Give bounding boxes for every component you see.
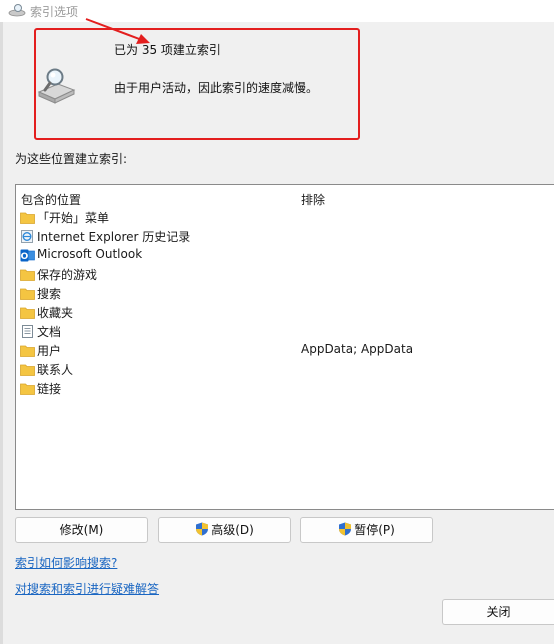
folder-icon (20, 212, 35, 224)
pause-button[interactable]: 暂停(P) (300, 517, 433, 543)
folder-icon (20, 288, 35, 300)
location-name: 搜索 (37, 287, 62, 301)
folder-icon (20, 307, 35, 319)
folder-icon (20, 269, 35, 281)
list-item[interactable]: 联系人 (16, 360, 536, 379)
list-item[interactable]: 搜索 (16, 284, 536, 303)
uac-shield-icon (339, 522, 352, 536)
location-name: 收藏夹 (37, 306, 74, 320)
modify-button-label: 修改(M) (59, 523, 104, 537)
folder-icon (20, 345, 35, 357)
list-item[interactable]: 「开始」菜单 (16, 208, 536, 227)
uac-shield-icon (196, 522, 209, 536)
pause-button-label: 暂停(P) (354, 523, 395, 537)
location-name: 用户 (37, 344, 62, 358)
folder-icon (20, 383, 35, 395)
folder-icon (20, 364, 35, 376)
list-item[interactable]: 链接 (16, 379, 536, 398)
window-edge (0, 22, 3, 644)
location-name: 保存的游戏 (37, 268, 98, 282)
location-name: Microsoft Outlook (37, 247, 143, 261)
list-item[interactable]: 用户 AppData; AppData (16, 341, 536, 360)
location-name: 联系人 (37, 363, 74, 377)
outlook-icon: O (20, 249, 35, 262)
how-indexing-affects-search-link[interactable]: 索引如何影响搜索? (15, 554, 117, 571)
close-button[interactable]: 关闭 (442, 599, 554, 625)
advanced-button-label: 高级(D) (211, 523, 254, 537)
svg-text:O: O (21, 252, 29, 262)
index-locations-label: 为这些位置建立索引: (15, 152, 128, 166)
modify-button[interactable]: 修改(M) (15, 517, 148, 543)
location-name: Internet Explorer 历史记录 (37, 230, 191, 244)
close-button-label: 关闭 (486, 605, 511, 619)
location-name: 文档 (37, 325, 62, 339)
document-icon (22, 325, 33, 338)
list-item[interactable]: O Microsoft Outlook (16, 246, 536, 265)
advanced-button[interactable]: 高级(D) (158, 517, 291, 543)
column-header-exclude[interactable]: 排除 (301, 191, 325, 208)
troubleshoot-search-link[interactable]: 对搜索和索引进行疑难解答 (15, 580, 159, 597)
annotation-arrow-icon (85, 18, 150, 44)
list-item[interactable]: 文档 (16, 322, 536, 341)
location-name: 链接 (37, 382, 62, 396)
index-locations-list[interactable]: 包含的位置 排除 「开始」菜单 Internet Explorer 历史记录 O… (15, 184, 554, 510)
location-name: 「开始」菜单 (37, 211, 110, 225)
location-exclude: AppData; AppData (301, 342, 414, 356)
list-item[interactable]: Internet Explorer 历史记录 (16, 227, 536, 246)
list-item[interactable]: 收藏夹 (16, 303, 536, 322)
column-header-included[interactable]: 包含的位置 (21, 191, 81, 208)
list-item[interactable]: 保存的游戏 (16, 265, 536, 284)
ie-history-icon (21, 230, 33, 243)
